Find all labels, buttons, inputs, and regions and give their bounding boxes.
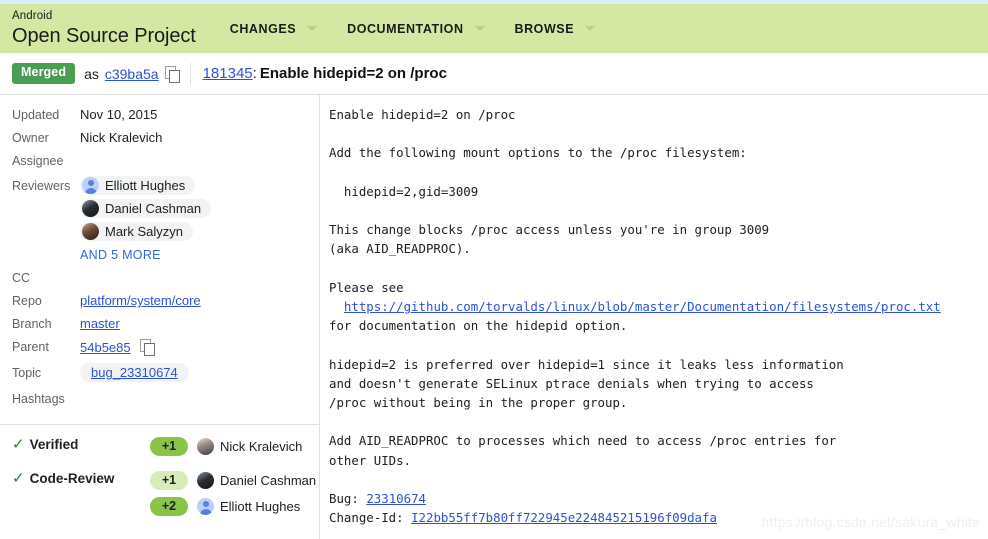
check-icon: ✓ (12, 470, 25, 487)
meta-value-repo: platform/system/core (80, 291, 201, 308)
meta-label-cc: CC (12, 271, 31, 285)
commit-message-pane: Enable hidepid=2 on /proc Add the follow… (320, 95, 988, 539)
labels-section: ✓ Verified +1 Nick Kralevich ✓ Code-Revi… (0, 425, 319, 523)
reviewer-name: Elliott Hughes (105, 178, 186, 193)
meta-row-branch: Branch master (12, 314, 319, 337)
commit-message-part-1: Enable hidepid=2 on /proc Add the follow… (329, 107, 770, 295)
logo-line-2: Open Source Project (12, 24, 196, 47)
change-id-label: Change-Id: (329, 510, 404, 526)
label-name-cell: ✓ Verified (12, 437, 150, 452)
change-number-link[interactable]: 181345 (203, 65, 253, 82)
label-name-cell: ✓ Code-Review (12, 471, 150, 486)
vote-row: +1 Nick Kralevich (150, 437, 302, 456)
avatar (82, 177, 99, 194)
documentation-link[interactable]: https://github.com/torvalds/linux/blob/m… (344, 299, 941, 314)
reviewer-chip[interactable]: Mark Salyzyn (80, 222, 194, 241)
commit-message-part-2: for documentation on the hidepid option.… (329, 318, 844, 507)
branch-link[interactable]: master (80, 316, 120, 331)
meta-value-owner: Nick Kralevich (80, 130, 163, 145)
meta-label-assignee: Assignee (12, 154, 64, 168)
and-more-link[interactable]: AND 5 MORE (80, 248, 161, 262)
topic-chip[interactable]: bug_23310674 (80, 363, 189, 382)
meta-row-topic: Topic bug_23310674 (12, 363, 319, 389)
site-logo[interactable]: Android Open Source Project (12, 11, 196, 46)
avatar (197, 438, 214, 455)
meta-value-updated: Nov 10, 2015 (80, 107, 158, 122)
check-icon: ✓ (12, 436, 25, 453)
meta-value-parent: 54b5e85 (80, 337, 156, 356)
vote-score[interactable]: +2 (150, 497, 188, 516)
vote-row: +2 Elliott Hughes (150, 497, 316, 516)
repo-link[interactable]: platform/system/core (80, 293, 201, 308)
meta-label-updated: Updated (12, 108, 60, 122)
chevron-down-icon (585, 26, 596, 31)
reviewer-name: Mark Salyzyn (105, 224, 184, 239)
commit-sha-link[interactable]: c39ba5a (105, 66, 159, 82)
reviewer-chip[interactable]: Daniel Cashman (80, 199, 212, 218)
nav-changes[interactable]: CHANGES (229, 21, 318, 36)
header-divider (189, 62, 191, 85)
meta-label-owner: Owner (12, 131, 49, 145)
change-header-bar: Merged as c39ba5a 181345 : Enable hidepi… (0, 53, 988, 95)
meta-value-branch: master (80, 314, 120, 331)
vote-list-code-review: +1 Daniel Cashman +2 Elliott Hughes (150, 471, 316, 523)
meta-label-reviewers: Reviewers (12, 179, 71, 193)
change-body: Updated Nov 10, 2015 Owner Nick Kralevic… (0, 95, 988, 539)
as-label: as (84, 65, 99, 82)
reviewer-list: Elliott Hughes Daniel Cashman Mark Salyz… (80, 176, 212, 262)
topic-link[interactable]: bug_23310674 (91, 365, 178, 380)
vote-score[interactable]: +1 (150, 437, 188, 456)
chevron-down-icon (307, 26, 318, 31)
copy-icon[interactable] (140, 339, 156, 356)
voter-name: Nick Kralevich (220, 439, 303, 454)
meta-row-hashtags: Hashtags (12, 389, 319, 412)
vote-row: +1 Daniel Cashman (150, 471, 316, 490)
meta-label-repo: Repo (12, 294, 42, 308)
status-badge: Merged (12, 63, 76, 84)
label-name-code-review: Code-Review (29, 471, 115, 486)
label-name-verified: Verified (29, 437, 79, 452)
vote-list-verified: +1 Nick Kralevich (150, 437, 302, 463)
avatar (197, 472, 214, 489)
avatar (82, 200, 99, 217)
meta-row-cc: CC (12, 268, 319, 291)
meta-row-reviewers: Reviewers Elliott Hughes Daniel Cashman … (12, 176, 319, 262)
change-sidebar: Updated Nov 10, 2015 Owner Nick Kralevic… (0, 95, 320, 539)
meta-label-hashtags: Hashtags (12, 392, 65, 406)
meta-row-assignee: Assignee (12, 151, 319, 174)
nav-browse[interactable]: BROWSE (515, 22, 596, 36)
meta-label-parent: Parent (12, 340, 49, 354)
avatar (82, 223, 99, 240)
meta-value-topic: bug_23310674 (80, 363, 189, 382)
parent-link[interactable]: 54b5e85 (80, 340, 131, 355)
label-row-verified: ✓ Verified +1 Nick Kralevich (12, 437, 319, 463)
nav-changes-label: CHANGES (229, 21, 297, 36)
reviewer-chip[interactable]: Elliott Hughes (80, 176, 196, 195)
page-title: Enable hidepid=2 on /proc (259, 65, 447, 82)
label-row-code-review: ✓ Code-Review +1 Daniel Cashman +2 Ellio… (12, 471, 319, 523)
nav-documentation[interactable]: DOCUMENTATION (347, 21, 485, 36)
meta-row-repo: Repo platform/system/core (12, 291, 319, 314)
commit-message: Enable hidepid=2 on /proc Add the follow… (329, 105, 988, 527)
change-colon: : (252, 65, 257, 82)
avatar (197, 498, 214, 515)
nav-browse-label: BROWSE (514, 21, 575, 36)
vote-score[interactable]: +1 (150, 471, 188, 490)
bug-link[interactable]: 23310674 (366, 491, 426, 506)
change-id-link[interactable]: I22bb55ff7b80ff722945e224845215196f09daf… (411, 510, 717, 525)
logo-line-1: Android (12, 10, 53, 23)
meta-row-owner: Owner Nick Kralevich (12, 128, 319, 151)
nav-documentation-label: DOCUMENTATION (347, 21, 464, 36)
voter-name: Daniel Cashman (220, 473, 317, 488)
site-header: Android Open Source Project CHANGES DOCU… (0, 4, 988, 53)
voter-name: Elliott Hughes (220, 499, 301, 514)
meta-row-updated: Updated Nov 10, 2015 (12, 105, 319, 128)
metadata-table: Updated Nov 10, 2015 Owner Nick Kralevic… (0, 95, 319, 412)
meta-row-parent: Parent 54b5e85 (12, 337, 319, 363)
chevron-down-icon (474, 26, 485, 31)
reviewer-name: Daniel Cashman (105, 201, 202, 216)
meta-label-branch: Branch (12, 317, 52, 331)
copy-icon[interactable] (164, 65, 180, 83)
meta-label-topic: Topic (12, 366, 42, 380)
